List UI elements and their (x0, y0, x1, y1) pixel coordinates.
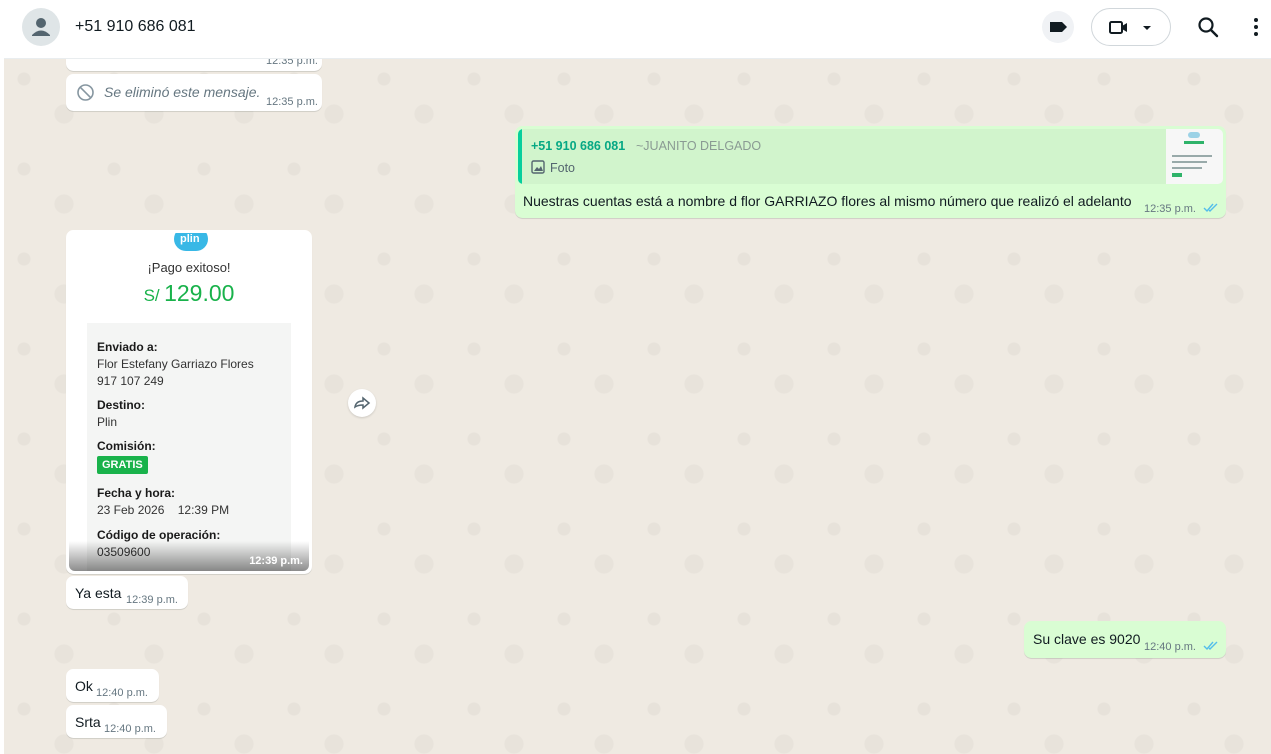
message-outgoing[interactable]: +51 910 686 081 ~JUANITO DELGADO Foto Nu… (515, 126, 1226, 218)
message-time: 12:39 p.m. (249, 555, 303, 567)
quoted-message[interactable]: +51 910 686 081 ~JUANITO DELGADO Foto (518, 129, 1223, 184)
message-text: Su clave es 9020 (1033, 631, 1141, 647)
message-incoming[interactable]: 12:35 p.m. (66, 59, 322, 71)
message-deleted[interactable]: Se eliminó este mensaje. 12:35 p.m. (66, 74, 322, 111)
plin-logo-text: plin (180, 233, 200, 245)
message-incoming[interactable]: Ya esta 12:39 p.m. (66, 576, 188, 609)
message-text: Nuestras cuentas está a nombre d flor GA… (523, 193, 1132, 209)
forward-icon (353, 396, 371, 410)
quote-author: +51 910 686 081 (531, 139, 626, 153)
quote-type: Foto (550, 161, 576, 175)
double-check-icon (1203, 203, 1218, 213)
message-time: 12:35 p.m. (1144, 203, 1196, 215)
quote-bar (518, 129, 522, 184)
blocked-icon (77, 84, 94, 101)
receipt-status: ¡Pago exitoso! (147, 260, 231, 275)
message-text: Ok (75, 678, 93, 694)
message-time: 12:39 p.m. (126, 594, 178, 606)
receipt-amount: S/ 129.00 (69, 280, 309, 307)
forward-button[interactable] (348, 389, 376, 417)
label-icon (1050, 22, 1067, 32)
photo-icon (531, 160, 545, 174)
video-call-button[interactable] (1091, 8, 1171, 46)
search-button[interactable] (1194, 13, 1224, 43)
message-text: Srta (75, 714, 101, 730)
receipt-details: Enviado a: Flor Estefany Garriazo Flores… (87, 323, 291, 571)
person-icon (32, 18, 50, 36)
message-outgoing[interactable]: Su clave es 9020 12:40 p.m. (1024, 621, 1226, 658)
kebab-menu-icon (1254, 18, 1258, 36)
sent-to-name: Flor Estefany Garriazo Flores (97, 357, 254, 371)
message-incoming[interactable]: Ok 12:40 p.m. (66, 669, 159, 702)
contact-name[interactable]: +51 910 686 081 (75, 18, 196, 36)
message-time: 12:40 p.m. (96, 687, 148, 699)
date-value: 23 Feb 2026 12:39 PM (97, 503, 230, 517)
destination-label: Destino: (97, 398, 145, 412)
payment-receipt-image[interactable]: plin ¡Pago exitoso! S/ 129.00 Enviado a:… (69, 233, 309, 571)
destination-value: Plin (97, 415, 118, 429)
message-incoming[interactable]: Srta 12:40 p.m. (66, 705, 167, 738)
message-image[interactable]: plin ¡Pago exitoso! S/ 129.00 Enviado a:… (66, 230, 312, 574)
quote-thumbnail (1166, 129, 1223, 184)
message-time: 12:40 p.m. (1144, 641, 1196, 653)
sent-to-label: Enviado a: (97, 340, 158, 354)
date-label: Fecha y hora: (97, 486, 176, 500)
receipt-amount-value: 129.00 (164, 280, 235, 306)
receipt-currency: S/ (143, 286, 160, 305)
message-time: 12:35 p.m. (266, 59, 318, 67)
sent-to-phone: 917 107 249 (97, 374, 164, 388)
plin-logo: plin (174, 233, 208, 251)
message-text: Se eliminó este mensaje. (104, 84, 261, 100)
video-call-icon (1109, 21, 1127, 34)
fee-label: Comisión: (97, 439, 156, 453)
contact-avatar[interactable] (22, 8, 60, 46)
quote-author-name: ~JUANITO DELGADO (636, 139, 762, 153)
search-icon (1198, 17, 1219, 38)
message-time: 12:35 p.m. (266, 96, 318, 108)
chat-header: +51 910 686 081 (4, 0, 1271, 59)
menu-button[interactable] (1246, 13, 1266, 43)
message-text: Ya esta (75, 585, 122, 601)
message-time: 12:40 p.m. (104, 723, 156, 735)
label-button[interactable] (1042, 11, 1074, 43)
fee-badge: GRATIS (97, 456, 148, 474)
double-check-icon (1203, 641, 1218, 651)
op-code-label: Código de operación: (97, 528, 221, 542)
chevron-down-icon (1143, 26, 1151, 30)
